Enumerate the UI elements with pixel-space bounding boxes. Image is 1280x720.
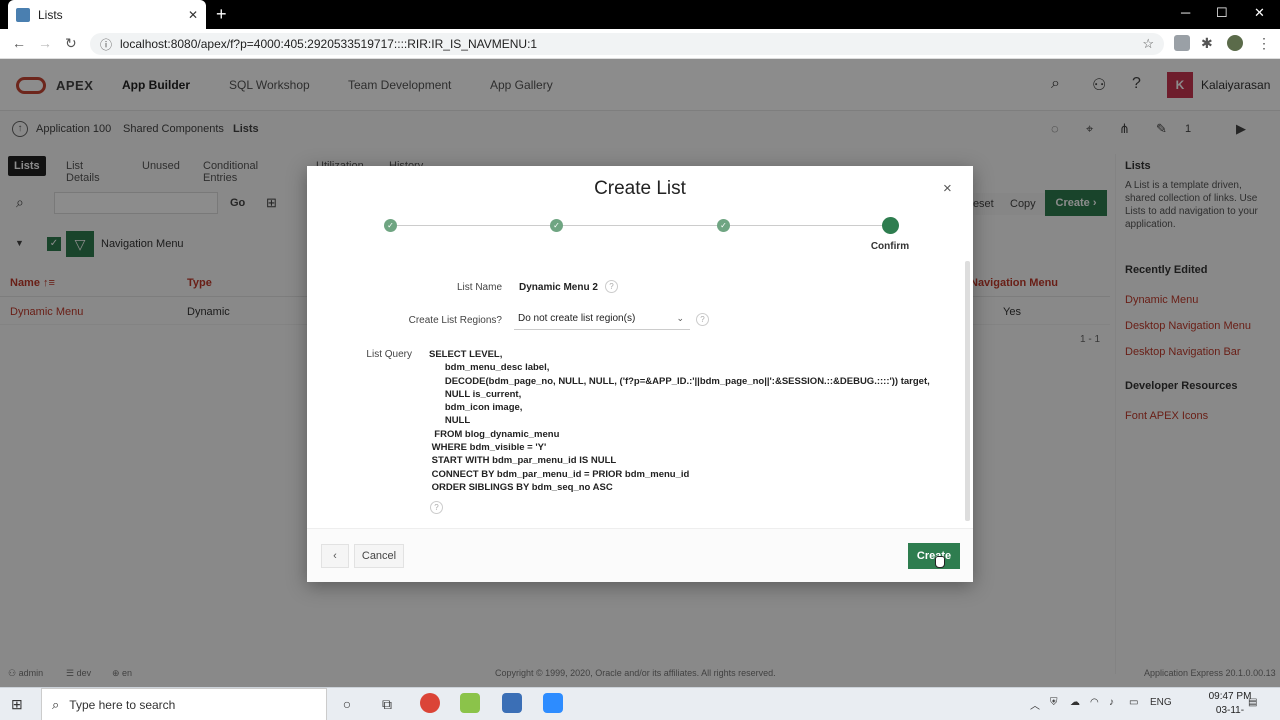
maximize-button[interactable]: ☐ xyxy=(1216,5,1228,21)
wizard-progress-line xyxy=(390,225,890,226)
extension-icon[interactable] xyxy=(1174,35,1190,51)
browser-tab-bar: Lists ✕ + ─ ☐ ✕ xyxy=(0,0,1280,29)
volume-icon[interactable]: ♪ xyxy=(1109,697,1114,708)
list-name-label: List Name xyxy=(456,282,502,293)
dialog-scrollbar[interactable] xyxy=(965,261,970,521)
chrome-app-icon[interactable] xyxy=(420,693,440,713)
list-name-value: Dynamic Menu 2 xyxy=(519,282,598,293)
task-view-icon[interactable]: ⧉ xyxy=(376,694,398,714)
reload-icon[interactable]: ↻ xyxy=(65,35,77,52)
close-icon[interactable]: × xyxy=(943,180,952,197)
address-bar-row: ← → ↻ ⓘ localhost:8080/apex/f?p=4000:405… xyxy=(0,29,1280,59)
windows-taskbar: ⊞ ⌕ Type here to search ○ ⧉ ︿ ⛨ ☁ ◠ ♪ ▭ … xyxy=(0,687,1280,720)
chevron-down-icon: ⌄ xyxy=(676,313,684,323)
profile-avatar[interactable] xyxy=(1227,35,1243,51)
help-icon[interactable]: ? xyxy=(430,501,443,514)
onedrive-icon[interactable]: ☁ xyxy=(1070,697,1080,708)
previous-button[interactable]: ‹ xyxy=(321,544,349,568)
browser-tab[interactable]: Lists ✕ xyxy=(8,0,206,29)
tab-title: Lists xyxy=(38,7,63,22)
dialog-title: Create List xyxy=(594,178,686,199)
list-query-text: SELECT LEVEL, bdm_menu_desc label, DECOD… xyxy=(429,349,930,493)
url-field[interactable]: ⓘ localhost:8080/apex/f?p=4000:405:29205… xyxy=(90,33,1164,55)
app-icon[interactable] xyxy=(460,693,480,713)
site-info-icon[interactable]: ⓘ xyxy=(100,36,112,53)
security-shield-icon[interactable]: ⛨ xyxy=(1050,697,1058,708)
dialog-footer: ‹ Cancel Create xyxy=(307,528,973,582)
system-clock[interactable]: 09:47 PM 03-11-2020 xyxy=(1207,690,1253,720)
zoom-app-icon[interactable] xyxy=(543,693,563,713)
back-arrow-icon[interactable]: ← xyxy=(12,35,26,51)
list-query-label: List Query xyxy=(366,349,412,360)
notifications-icon[interactable]: ▤ xyxy=(1248,697,1257,708)
tray-chevron-icon[interactable]: ︿ xyxy=(1030,697,1040,712)
new-tab-button[interactable]: + xyxy=(216,4,227,24)
wizard-step-current xyxy=(882,217,899,234)
create-regions-select[interactable]: Do not create list region(s) ⌄ xyxy=(514,310,690,330)
language-indicator[interactable]: ENG xyxy=(1150,697,1172,708)
hand-cursor-icon xyxy=(935,556,945,568)
wifi-icon[interactable]: ◠ xyxy=(1090,697,1099,708)
help-icon[interactable]: ? xyxy=(696,313,709,326)
create-regions-label: Create List Regions? xyxy=(408,315,502,326)
wizard-step-complete: ✓ xyxy=(550,219,563,232)
search-icon: ⌕ xyxy=(52,696,60,712)
app-icon[interactable] xyxy=(502,693,522,713)
create-list-dialog: Create List × ✓ ✓ ✓ Confirm List Name Dy… xyxy=(307,166,973,582)
wizard-step-complete: ✓ xyxy=(717,219,730,232)
url-text: localhost:8080/apex/f?p=4000:405:2920533… xyxy=(120,37,538,51)
close-window-button[interactable]: ✕ xyxy=(1254,5,1265,21)
apex-favicon-icon xyxy=(16,7,30,22)
wizard-step-label: Confirm xyxy=(870,241,910,252)
bookmark-star-icon[interactable]: ☆ xyxy=(1142,36,1154,52)
windows-start-icon[interactable]: ⊞ xyxy=(11,696,23,713)
minimize-button[interactable]: ─ xyxy=(1181,5,1190,20)
forward-arrow-icon[interactable]: → xyxy=(38,35,52,51)
wizard-step-complete: ✓ xyxy=(384,219,397,232)
tab-close-icon[interactable]: ✕ xyxy=(188,8,198,22)
battery-icon[interactable]: ▭ xyxy=(1129,697,1138,708)
cortana-icon[interactable]: ○ xyxy=(336,694,358,714)
cancel-button[interactable]: Cancel xyxy=(354,544,404,568)
puzzle-icon[interactable]: ✱ xyxy=(1201,35,1213,52)
help-icon[interactable]: ? xyxy=(605,280,618,293)
search-placeholder: Type here to search xyxy=(69,697,176,712)
taskbar-search-input[interactable]: ⌕ Type here to search xyxy=(41,688,327,720)
create-button[interactable]: Create xyxy=(908,543,960,569)
menu-kebab-icon[interactable]: ⋮ xyxy=(1257,35,1271,52)
